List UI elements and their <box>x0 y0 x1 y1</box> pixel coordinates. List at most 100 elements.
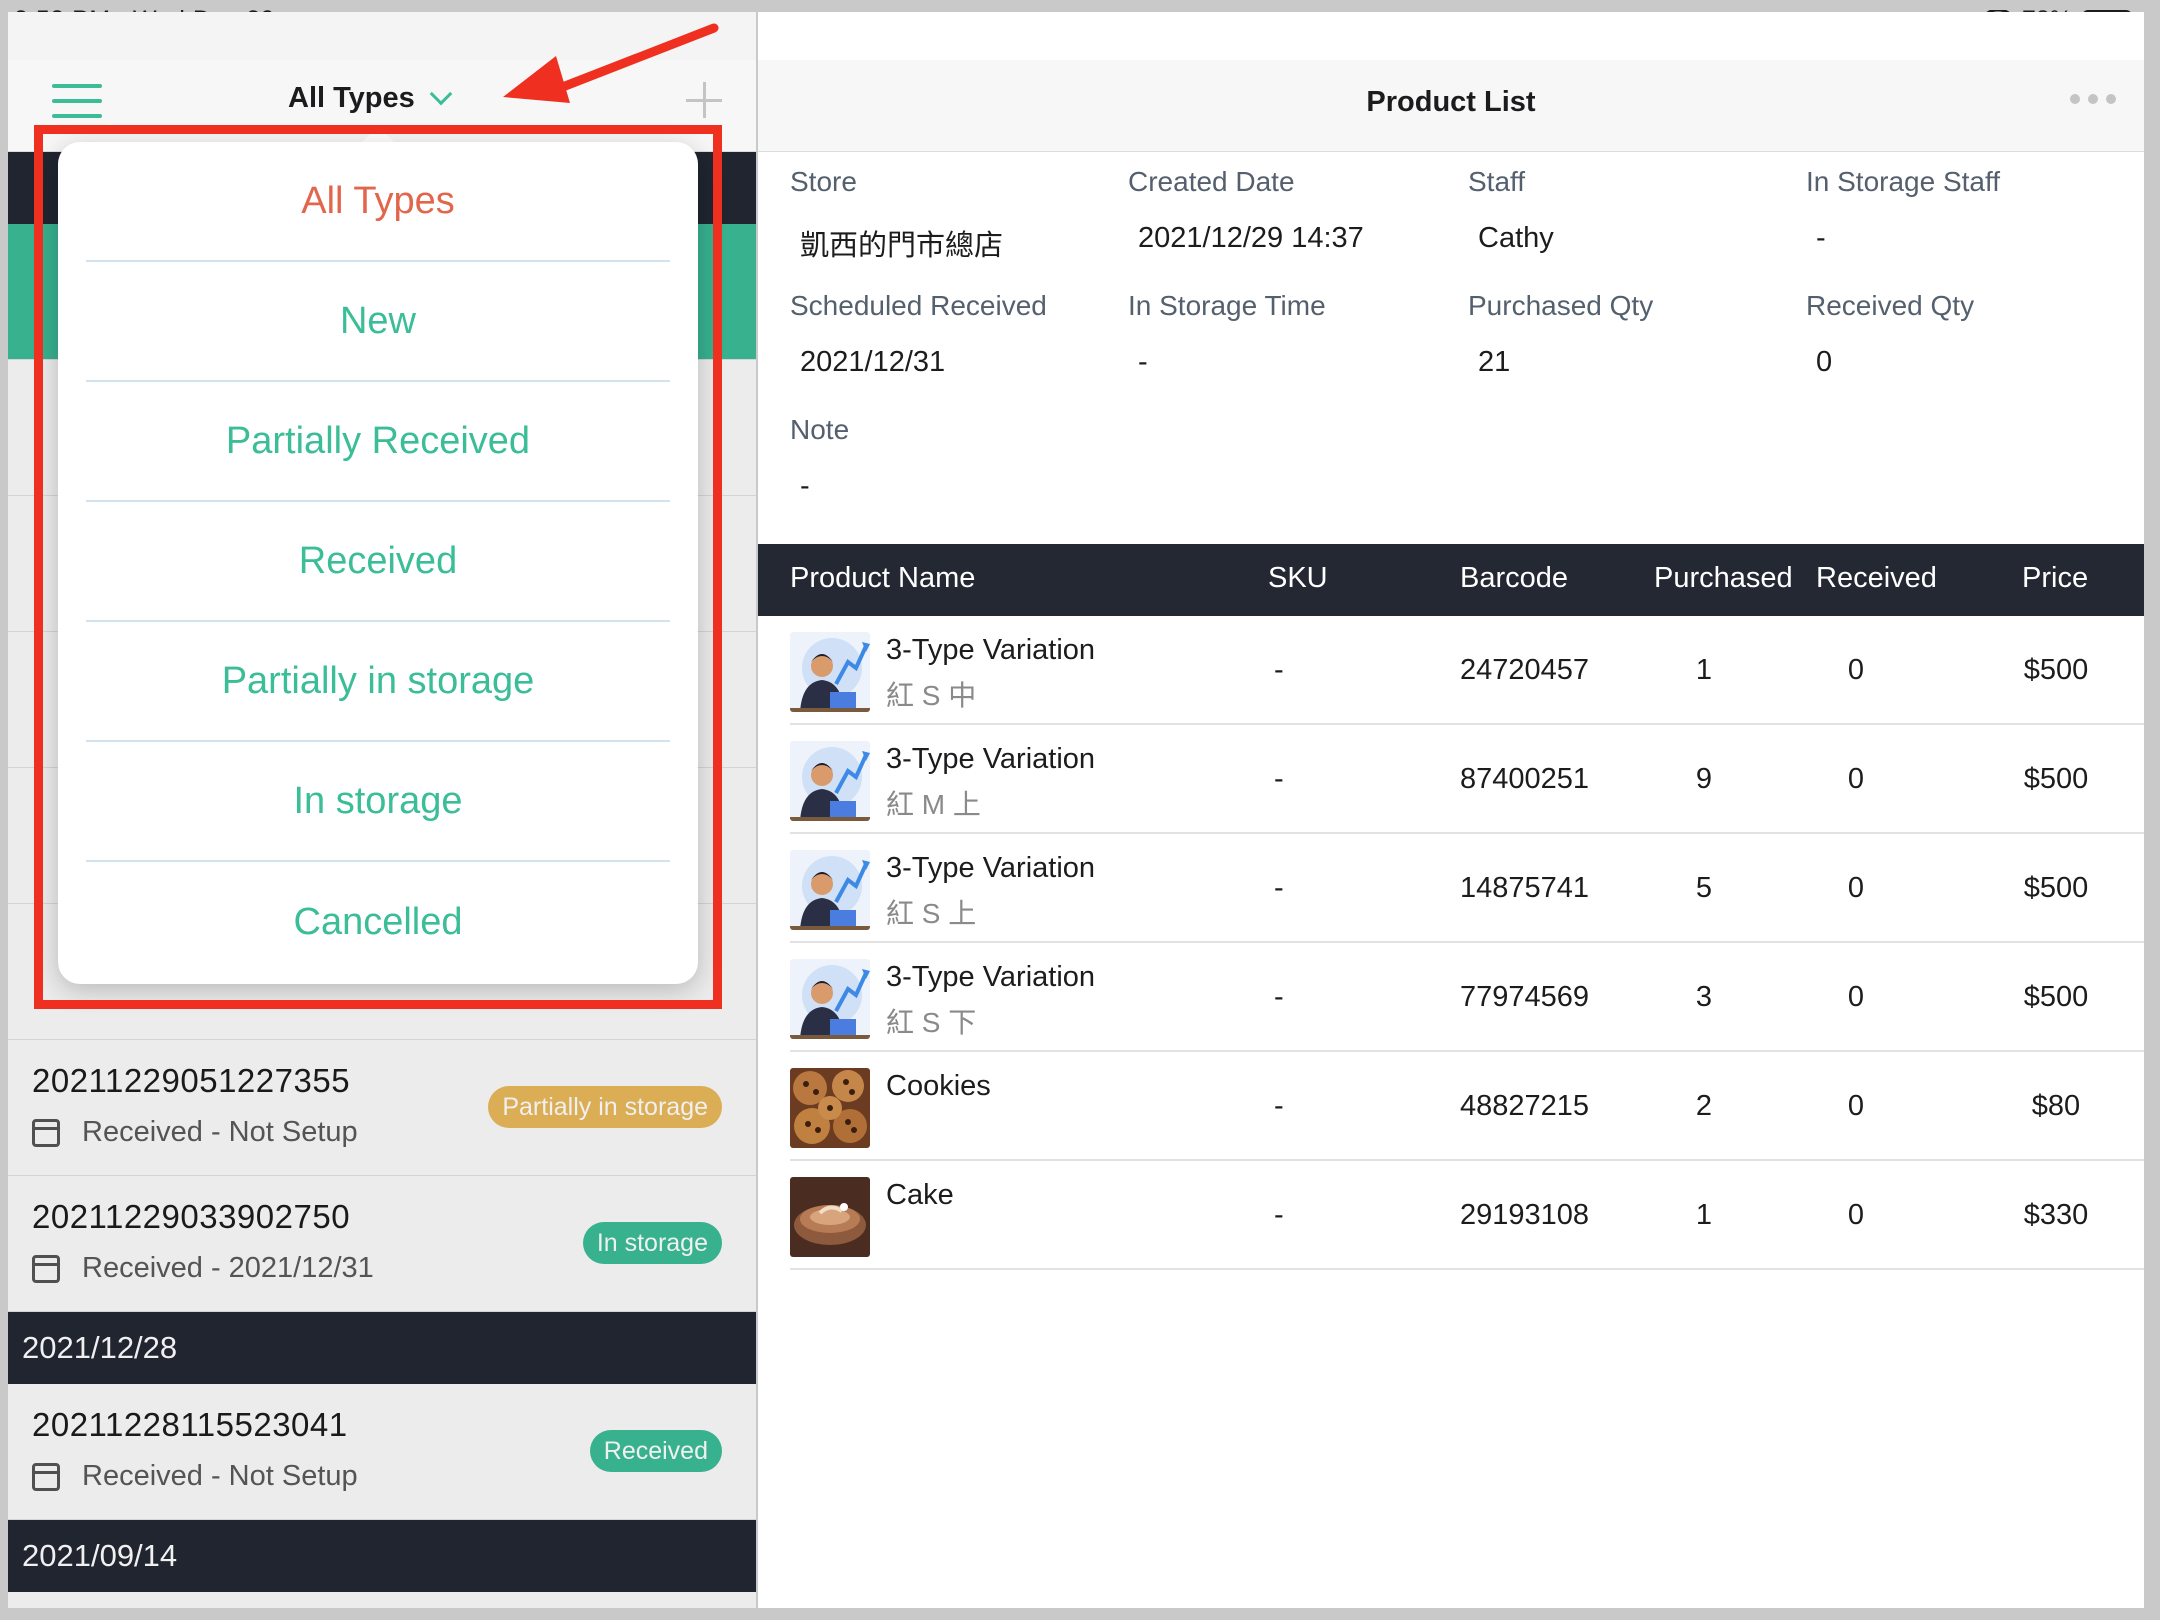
filter-option-new[interactable]: New <box>86 262 670 382</box>
received-cell: 0 <box>1847 1199 1865 1231</box>
price-cell: $500 <box>2023 763 2089 795</box>
in-storage-time-value: - <box>1138 346 1148 378</box>
chevron-down-icon <box>429 82 453 105</box>
filter-option-received[interactable]: Received <box>86 502 670 622</box>
sku-cell: - <box>1274 763 1284 795</box>
list-item[interactable]: 20211229051227355 Received - Not Setup P… <box>8 1040 756 1176</box>
add-icon[interactable] <box>684 80 724 120</box>
in-storage-time-label: In Storage Time <box>1128 290 1326 321</box>
product-variation: 紅 S 中 <box>886 680 977 711</box>
status-badge: Partially in storage <box>488 1086 722 1128</box>
column-header-received: Received <box>1816 562 1937 594</box>
received-cell: 0 <box>1847 872 1865 904</box>
in-storage-staff-value: - <box>1816 222 1826 254</box>
price-cell: $80 <box>2031 1090 2081 1122</box>
barcode-cell: 29193108 <box>1460 1199 1590 1231</box>
person-icon <box>790 632 870 712</box>
price-cell: $330 <box>2023 1199 2089 1231</box>
order-detail-pane: Product List Store 凱西的門市總店 Created Date … <box>758 12 2144 1620</box>
scheduled-received-label: Scheduled Received <box>790 290 1047 321</box>
product-name: 3-Type Variation <box>886 852 1096 884</box>
barcode-cell: 77974569 <box>1460 981 1590 1013</box>
order-number: 20211228115523041 <box>32 1406 348 1443</box>
date-header: 2021/12/28 <box>8 1312 756 1384</box>
price-cell: $500 <box>2023 981 2089 1013</box>
table-row[interactable]: Cake - 29193108 1 0 $330 <box>790 1161 2144 1270</box>
more-options-icon[interactable] <box>2070 94 2116 104</box>
purchased-cell: 9 <box>1695 763 1713 795</box>
received-cell: 0 <box>1847 1090 1865 1122</box>
purchased-qty-value: 21 <box>1478 346 1511 378</box>
cake-photo <box>790 1177 870 1257</box>
purchased-qty-label: Purchased Qty <box>1468 290 1654 321</box>
store-label: Store <box>790 166 857 197</box>
filter-option-partially-in-storage[interactable]: Partially in storage <box>86 622 670 742</box>
product-name: 3-Type Variation <box>886 634 1096 666</box>
received-cell: 0 <box>1847 654 1865 686</box>
page-title: Product List <box>1366 86 1536 118</box>
calendar-icon <box>32 1118 60 1147</box>
price-cell: $500 <box>2023 872 2089 904</box>
type-filter-label: All Types <box>288 82 415 114</box>
purchased-cell: 2 <box>1695 1090 1713 1122</box>
person-icon <box>790 959 870 1039</box>
store-value: 凱西的門市總店 <box>800 230 1004 262</box>
person-icon <box>790 741 870 821</box>
column-header-barcode: Barcode <box>1460 562 1569 594</box>
order-received-info: Received - Not Setup <box>32 1116 358 1149</box>
table-row[interactable]: 3-Type Variation 紅 S 下 - 77974569 3 0 $500 <box>790 943 2144 1052</box>
scheduled-received-value: 2021/12/31 <box>800 346 946 378</box>
created-date-label: Created Date <box>1128 166 1295 197</box>
column-header-sku: SKU <box>1268 562 1328 594</box>
staff-value: Cathy <box>1478 222 1554 254</box>
price-cell: $500 <box>2023 654 2089 686</box>
product-variation: 紅 M 上 <box>886 789 981 820</box>
status-badge: In storage <box>582 1222 722 1264</box>
barcode-cell: 14875741 <box>1460 872 1590 904</box>
product-name: 3-Type Variation <box>886 743 1096 775</box>
order-number: 20211229051227355 <box>32 1062 351 1099</box>
column-header-price: Price <box>2022 562 2089 594</box>
table-row[interactable]: 3-Type Variation 紅 S 中 - 24720457 1 0 $500 <box>790 616 2144 725</box>
table-row[interactable]: 3-Type Variation 紅 S 上 - 14875741 5 0 $500 <box>790 834 2144 943</box>
received-qty-label: Received Qty <box>1806 290 1975 321</box>
sku-cell: - <box>1274 872 1284 904</box>
table-row[interactable]: 3-Type Variation 紅 M 上 - 87400251 9 0 $500 <box>790 725 2144 834</box>
filter-option-all-types[interactable]: All Types <box>86 142 670 262</box>
created-date-value: 2021/12/29 14:37 <box>1138 222 1364 254</box>
purchased-cell: 3 <box>1695 981 1713 1013</box>
purchased-cell: 5 <box>1695 872 1713 904</box>
list-item[interactable]: 20211229033902750 Received - 2021/12/31 … <box>8 1176 756 1312</box>
order-received-info: Received - 2021/12/31 <box>32 1252 374 1285</box>
bottom-edge <box>0 1608 2160 1620</box>
table-row[interactable]: Cookies - 48827215 2 0 $80 <box>790 1052 2144 1161</box>
menu-icon[interactable] <box>52 84 102 120</box>
person-icon <box>790 850 870 930</box>
in-storage-staff-label: In Storage Staff <box>1806 166 2001 197</box>
received-cell: 0 <box>1847 981 1865 1013</box>
received-cell: 0 <box>1847 763 1865 795</box>
staff-label: Staff <box>1468 166 1526 197</box>
filter-option-cancelled[interactable]: Cancelled <box>86 862 670 982</box>
list-item[interactable]: 20211228115523041 Received - Not Setup R… <box>8 1384 756 1520</box>
type-filter-dropdown[interactable]: All Types <box>288 82 453 115</box>
filter-option-partially-received[interactable]: Partially Received <box>86 382 670 502</box>
product-name: Cookies <box>886 1070 991 1102</box>
sku-cell: - <box>1274 654 1284 686</box>
column-header-purchased: Purchased <box>1654 562 1793 594</box>
cookies-photo <box>790 1068 870 1148</box>
calendar-icon <box>32 1462 60 1491</box>
barcode-cell: 48827215 <box>1460 1090 1590 1122</box>
column-header-product-name: Product Name <box>790 562 976 594</box>
product-variation: 紅 S 上 <box>886 898 977 929</box>
calendar-icon <box>32 1254 60 1283</box>
product-variation: 紅 S 下 <box>886 1007 977 1038</box>
received-qty-value: 0 <box>1816 346 1833 378</box>
purchased-cell: 1 <box>1695 1199 1713 1231</box>
filter-option-in-storage[interactable]: In storage <box>86 742 670 862</box>
sku-cell: - <box>1274 981 1284 1013</box>
type-filter-popover: All Types New Partially Received Receive… <box>58 142 698 984</box>
product-name: 3-Type Variation <box>886 961 1096 993</box>
status-badge: Received <box>589 1430 722 1472</box>
product-name: Cake <box>886 1179 954 1211</box>
